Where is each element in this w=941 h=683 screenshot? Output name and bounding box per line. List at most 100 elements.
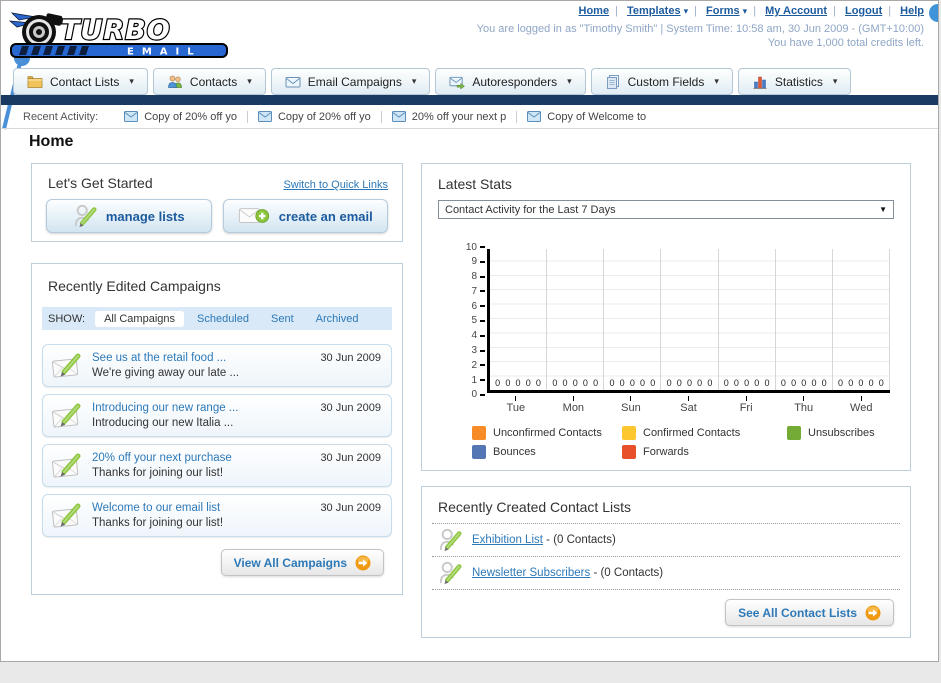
tab-custom-fields[interactable]: Custom Fields ▾ — [590, 68, 733, 95]
chart-y-tick: 4 — [452, 330, 485, 341]
chart-value-label: 0 — [801, 378, 807, 388]
nav-tabs: Contact Lists ▾ Contacts ▾ Email Campaig… — [13, 68, 852, 95]
campaign-list-item[interactable]: Introducing our new range ... Introducin… — [42, 394, 392, 437]
campaign-list-item[interactable]: 20% off your next purchase Thanks for jo… — [42, 444, 392, 487]
chart-x-tick-label: Sun — [621, 402, 641, 414]
nav-link-templates[interactable]: Templates — [627, 5, 681, 17]
chart-x-tick: Wed — [832, 396, 890, 414]
chevron-down-icon: ▾ — [411, 76, 417, 86]
nav-link-my-account[interactable]: My Account — [765, 5, 827, 17]
chart-y-tick-label: 5 — [471, 315, 477, 327]
chevron-down-icon: ▾ — [567, 76, 572, 86]
chart-x-tick: Fri — [717, 396, 775, 414]
campaign-list-item[interactable]: See us at the retail food ... We're givi… — [42, 344, 392, 387]
chart-value-label: 0 — [733, 378, 739, 388]
chart-day-column: 00000 — [775, 249, 833, 390]
recent-activity-item[interactable]: Copy of Welcome to — [517, 111, 656, 123]
switch-quick-links-link[interactable]: Switch to Quick Links — [283, 179, 388, 191]
chart-value-label: 0 — [629, 378, 635, 388]
stats-period-select[interactable]: Contact Activity for the Last 7 Days ▼ — [438, 200, 894, 219]
view-all-campaigns-label: View All Campaigns — [233, 555, 347, 570]
legend-item: Unconfirmed Contacts — [472, 426, 622, 440]
chart-y-tick-label: 8 — [471, 271, 477, 283]
campaign-filter-tab[interactable]: Scheduled — [188, 311, 258, 327]
turbo-email-logo: TURBO EMAIL — [8, 6, 241, 65]
campaign-subtitle: We're giving away our late ... — [92, 367, 240, 379]
chart-plot: 00000 00000 00000 00000 00000 00000 0000… — [487, 249, 890, 393]
recent-activity-list: Copy of 20% off yo Copy of 20% off yo 20… — [114, 110, 656, 123]
recent-activity-item[interactable]: Copy of 20% off yo — [248, 110, 382, 123]
create-email-button[interactable]: create an email — [222, 199, 388, 233]
recent-activity-item[interactable]: Copy of 20% off yo — [114, 110, 248, 123]
campaign-filter-tab[interactable]: Archived — [307, 311, 368, 327]
nav-link-home[interactable]: Home — [579, 5, 610, 17]
contact-list-name-link[interactable]: Exhibition List — [472, 534, 543, 546]
see-all-contact-lists-label: See All Contact Lists — [738, 605, 857, 620]
manage-lists-label: manage lists — [105, 208, 185, 224]
campaign-filter-tab[interactable]: Sent — [262, 311, 303, 327]
chart-value-label: 0 — [552, 378, 558, 388]
chart-day-column: 00000 — [547, 249, 605, 390]
manage-lists-button[interactable]: manage lists — [46, 199, 212, 233]
tab-email-campaigns[interactable]: Email Campaigns ▾ — [270, 68, 431, 95]
chart-value-label: 0 — [848, 378, 854, 388]
chart-y-tick-label: 2 — [471, 359, 477, 371]
nav-link-forms[interactable]: Forms — [706, 5, 740, 17]
nav-link-logout[interactable]: Logout — [845, 5, 882, 17]
contact-lists-title: Recently Created Contact Lists — [438, 499, 631, 515]
chart-y-axis: 10 9 8 7 6 5 4 3 2 1 0 — [452, 242, 485, 400]
envelope-icon — [527, 111, 542, 122]
recent-activity-item-label: Copy of 20% off yo — [144, 110, 237, 123]
view-all-campaigns-button[interactable]: View All Campaigns — [220, 549, 384, 576]
chevron-down-icon: ▾ — [129, 76, 134, 86]
chart-y-tick-label: 6 — [471, 300, 477, 312]
envelope-pencil-icon — [51, 452, 83, 479]
tick-mark — [480, 246, 485, 248]
top-nav-item: Help — [900, 5, 924, 17]
recent-activity-item[interactable]: 20% off your next p — [382, 110, 518, 123]
app-window: TURBO EMAIL Home Templates▾ Forms▾ My Ac… — [0, 0, 939, 662]
help-bubble-icon[interactable] — [929, 4, 938, 22]
page-title: Home — [29, 133, 74, 150]
chevron-down-icon: ▾ — [247, 76, 252, 86]
contact-list-item[interactable]: Newsletter Subscribers - (0 Contacts) — [432, 556, 900, 590]
chart-value-label: 0 — [495, 378, 501, 388]
chart-y-tick-label: 0 — [471, 389, 477, 401]
chart-value-label: 0 — [562, 378, 568, 388]
nav-tab-label: Custom Fields — [627, 74, 705, 89]
campaign-title-link[interactable]: Introducing our new range ... — [92, 401, 311, 415]
tick-mark — [480, 349, 485, 352]
contact-list-item[interactable]: Exhibition List - (0 Contacts) — [432, 523, 900, 556]
arrow-circle-icon — [355, 555, 371, 570]
chart-value-label: 0 — [609, 378, 615, 388]
show-label: SHOW: — [48, 312, 86, 325]
logo-title: TURBO — [61, 15, 171, 46]
chart-day-column: 00000 — [832, 249, 890, 390]
tab-contacts[interactable]: Contacts ▾ — [152, 68, 266, 95]
tab-contact-lists[interactable]: Contact Lists ▾ — [13, 68, 148, 95]
nav-link-help[interactable]: Help — [900, 5, 924, 17]
see-all-contact-lists-button[interactable]: See All Contact Lists — [725, 599, 894, 626]
campaign-title-link[interactable]: Welcome to our email list — [92, 501, 311, 515]
legend-label: Confirmed Contacts — [643, 427, 741, 439]
tab-statistics[interactable]: Statistics ▾ — [737, 68, 852, 95]
campaign-title-link[interactable]: 20% off your next purchase — [92, 451, 311, 465]
chart-y-tick: 0 — [452, 389, 485, 401]
legend-label: Forwards — [643, 446, 689, 458]
contact-list-name-link[interactable]: Newsletter Subscribers — [472, 567, 590, 579]
campaign-title-link[interactable]: See us at the retail food ... — [92, 351, 311, 365]
arrow-circle-icon — [865, 605, 881, 620]
get-started-panel: Let's Get Started Switch to Quick Links … — [31, 163, 403, 242]
legend-item: Forwards — [622, 445, 787, 459]
chart-value-label: 0 — [582, 378, 588, 388]
tab-autoresponders[interactable]: Autoresponders ▾ — [435, 68, 586, 95]
chart-value-label: 0 — [780, 378, 786, 388]
chevron-down-icon: ▾ — [742, 5, 748, 16]
legend-label: Unsubscribes — [808, 427, 875, 439]
chart-value-label: 0 — [676, 378, 682, 388]
chart-value-label: 0 — [697, 378, 703, 388]
campaign-list-item[interactable]: Welcome to our email list Thanks for joi… — [42, 494, 392, 537]
envelope-pencil-icon — [51, 502, 83, 529]
chart-x-axis: Tue Mon Sun Sat Fri Thu Wed — [487, 396, 890, 414]
campaign-filter-tab[interactable]: All Campaigns — [95, 310, 184, 327]
